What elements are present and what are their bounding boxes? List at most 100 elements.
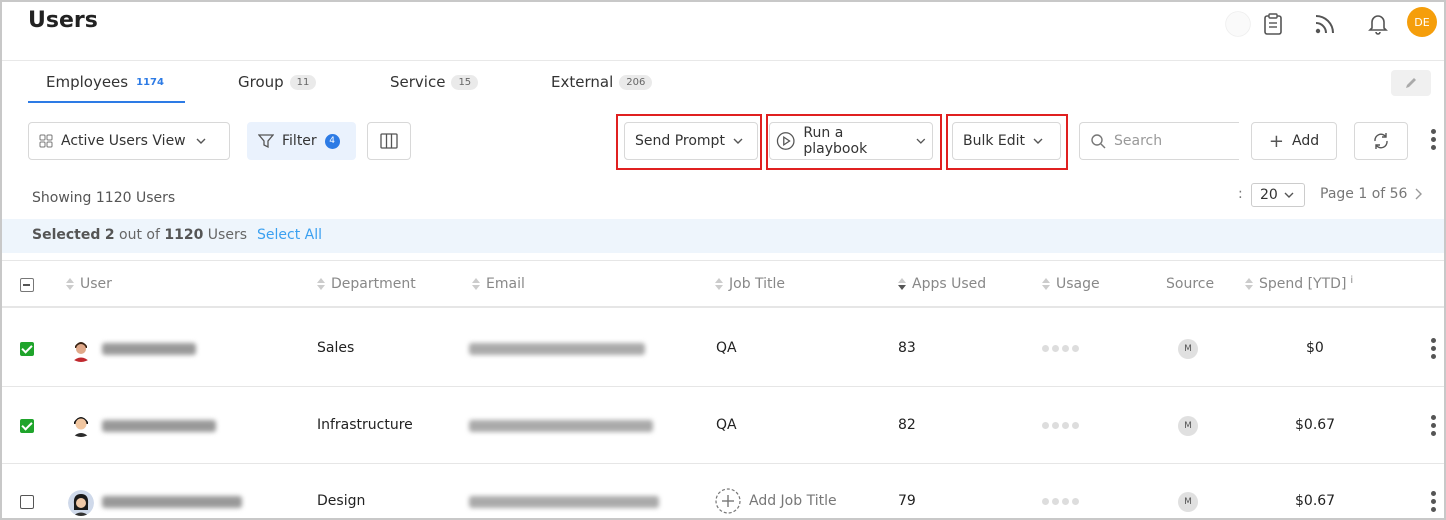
user-name-redacted [102, 496, 242, 508]
tab-label: Service [390, 73, 446, 91]
edit-button[interactable] [1391, 70, 1431, 96]
avatar [68, 336, 94, 362]
column-header-user[interactable]: User [66, 276, 112, 292]
email-redacted [469, 343, 645, 355]
row-checkbox[interactable] [20, 419, 34, 433]
column-header-apps-used[interactable]: Apps Used [898, 276, 986, 292]
tab-service[interactable]: Service 15 [390, 73, 479, 91]
column-header-job-title[interactable]: Job Title [715, 276, 785, 292]
more-options-icon[interactable] [1428, 129, 1438, 150]
bulk-edit-button[interactable]: Bulk Edit [952, 122, 1061, 160]
job-title-cell[interactable]: QA [716, 417, 737, 433]
plus-icon: + [1268, 130, 1284, 152]
user-name-redacted [102, 343, 196, 355]
send-prompt-button[interactable]: Send Prompt [624, 122, 758, 160]
chevron-down-icon [916, 138, 926, 144]
bell-icon[interactable] [1364, 10, 1392, 38]
column-header-department[interactable]: Department [317, 276, 416, 292]
filter-button[interactable]: Filter 4 [247, 122, 356, 160]
row-actions-icon[interactable] [1428, 491, 1438, 512]
tab-label: Group [238, 73, 284, 91]
row-checkbox[interactable] [20, 495, 34, 509]
run-playbook-button[interactable]: Run a playbook [769, 122, 933, 160]
spend-cell: $0.67 [1295, 493, 1336, 509]
sort-icon [66, 278, 74, 290]
row-checkbox[interactable] [20, 342, 34, 356]
email-redacted [469, 496, 659, 508]
user-name-redacted [102, 420, 216, 432]
tab-employees[interactable]: Employees 1174 [46, 73, 166, 91]
chevron-down-icon [1284, 192, 1294, 198]
table-row[interactable]: Infrastructure QA 82 M $0.67 [2, 387, 1444, 464]
add-job-title-button[interactable]: Add Job Title [715, 488, 837, 514]
active-tab-indicator [28, 101, 185, 103]
sort-icon [472, 278, 480, 290]
selection-summary: Selected 2 out of 1120 Users [32, 227, 248, 243]
showing-count: Showing 1120 Users [32, 190, 176, 206]
column-header-source: Source [1166, 276, 1215, 292]
usage-indicator [1042, 345, 1079, 352]
refresh-button[interactable] [1354, 122, 1408, 160]
chevron-down-icon [196, 138, 206, 144]
filter-count-badge: 4 [324, 133, 340, 149]
tab-count-badge: 11 [289, 74, 317, 90]
funnel-icon [258, 134, 274, 149]
add-user-button[interactable]: + Add [1251, 122, 1337, 160]
row-actions-icon[interactable] [1428, 415, 1438, 436]
tab-external[interactable]: External 206 [551, 73, 653, 91]
per-page-select[interactable]: 20 [1251, 183, 1305, 207]
apps-used-cell: 79 [898, 493, 916, 509]
loading-icon [1224, 10, 1252, 38]
job-title-cell[interactable]: QA [716, 340, 737, 356]
rss-feed-icon[interactable] [1311, 10, 1339, 38]
department-cell: Infrastructure [317, 417, 413, 433]
columns-icon [380, 133, 398, 149]
table-row[interactable]: Sales QA 83 M $0 [2, 310, 1444, 387]
filter-label: Filter [282, 133, 317, 149]
column-header-spend[interactable]: Spend [YTD] i [1245, 275, 1353, 292]
spend-cell: $0 [1306, 340, 1324, 356]
page-title: Users [28, 8, 98, 33]
chevron-down-icon [1033, 138, 1043, 144]
usage-indicator [1042, 422, 1079, 429]
playbook-label: Run a playbook [803, 125, 868, 157]
column-header-email[interactable]: Email [472, 276, 525, 292]
row-actions-icon[interactable] [1428, 338, 1438, 359]
chevron-down-icon [733, 138, 743, 144]
sort-icon [1042, 278, 1050, 290]
tabs-bar: Employees 1174 Group 11 Service 15 Exter… [2, 60, 1444, 104]
table-row[interactable]: Design Add Job Title 79 M $0.67 [2, 464, 1444, 518]
grid-icon [39, 134, 53, 148]
play-circle-icon [776, 132, 795, 150]
tab-label: External [551, 73, 614, 91]
next-page-button[interactable] [1414, 188, 1422, 204]
apps-used-cell: 82 [898, 417, 916, 433]
sort-icon [898, 278, 906, 290]
columns-button[interactable] [367, 122, 411, 160]
plus-circle-icon [715, 488, 741, 514]
pencil-icon [1406, 78, 1416, 88]
search-icon [1091, 134, 1106, 149]
sort-icon [715, 278, 723, 290]
view-label: Active Users View [61, 133, 186, 149]
view-selector[interactable]: Active Users View [28, 122, 230, 160]
select-all-link[interactable]: Select All [257, 227, 322, 243]
user-avatar[interactable]: DE [1407, 7, 1437, 37]
tab-count-badge: 1174 [136, 76, 164, 88]
source-badge: M [1178, 492, 1198, 512]
email-redacted [469, 420, 653, 432]
add-job-title-label: Add Job Title [749, 493, 837, 509]
clipboard-icon[interactable] [1259, 10, 1287, 38]
spend-cell: $0.67 [1295, 417, 1336, 433]
column-header-usage[interactable]: Usage [1042, 276, 1100, 292]
avatar [68, 411, 94, 437]
table-header: User Department Email Job Title Apps Use… [2, 260, 1444, 308]
department-cell: Design [317, 493, 366, 509]
select-all-checkbox[interactable] [20, 278, 34, 292]
add-label: Add [1291, 133, 1320, 149]
tab-label: Employees [46, 73, 129, 91]
info-icon[interactable]: i [1350, 275, 1353, 286]
tab-group[interactable]: Group 11 [238, 73, 317, 91]
app-window: Users DE Employees 1174 Group 11 Service… [0, 0, 1446, 520]
search-input[interactable]: Search [1079, 122, 1239, 160]
